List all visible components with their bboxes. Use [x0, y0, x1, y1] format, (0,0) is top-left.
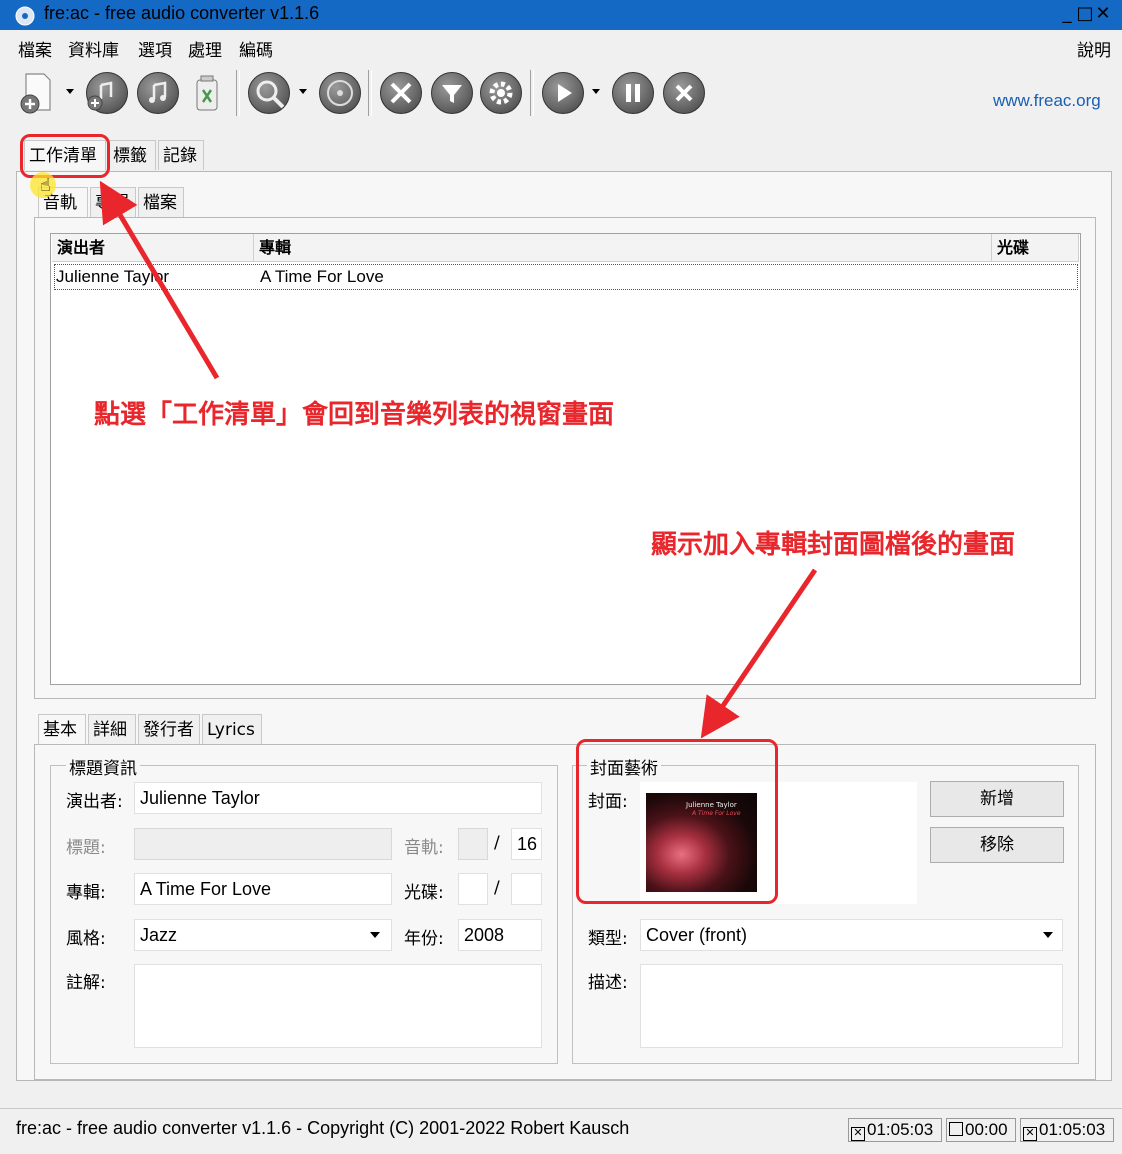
add-files-icon[interactable] — [18, 72, 58, 114]
comment-field[interactable] — [134, 964, 542, 1048]
config-tools-icon[interactable] — [380, 72, 422, 114]
annotation-joblist: 點選「工作清單」會回到音樂列表的視窗畫面 — [94, 400, 615, 430]
menu-database[interactable]: 資料庫 — [68, 36, 119, 61]
year-field[interactable]: 2008 — [458, 919, 542, 951]
time-current: 00:00 — [965, 1120, 1008, 1139]
pause-icon[interactable] — [612, 72, 654, 114]
time-current-box[interactable]: 00:00 — [946, 1118, 1016, 1142]
title-label: 標題: — [66, 838, 106, 858]
menu-help[interactable]: 說明 — [1077, 36, 1111, 61]
comment-label: 註解: — [66, 973, 106, 993]
menu-file[interactable]: 檔案 — [18, 36, 52, 61]
tab-lyrics[interactable]: Lyrics — [202, 714, 262, 744]
genre-select[interactable]: Jazz — [134, 919, 392, 951]
add-files-dropdown-icon[interactable] — [66, 89, 74, 94]
hand-cursor-icon: ☝ — [40, 175, 51, 196]
time-total-box[interactable]: ✕ 01:05:03 — [1020, 1118, 1114, 1142]
year-label: 年份: — [404, 929, 444, 949]
album-label: 專輯: — [66, 883, 106, 903]
unchecked-box-icon[interactable] — [949, 1122, 963, 1136]
time-total: 01:05:03 — [1039, 1120, 1106, 1139]
track-label: 音軌: — [404, 838, 444, 858]
track-list[interactable]: 演出者 專輯 光碟 Julienne Taylor A Time For Lov… — [50, 233, 1081, 685]
query-dropdown-icon[interactable] — [299, 89, 307, 94]
filter-icon[interactable] — [431, 72, 473, 114]
disc-slash: / — [494, 878, 500, 898]
table-row[interactable]: Julienne Taylor A Time For Love — [54, 264, 1078, 290]
add-folder-icon[interactable] — [86, 72, 128, 114]
column-header-album[interactable]: 專輯 — [254, 234, 992, 262]
toolbar-separator — [530, 70, 534, 116]
menu-options[interactable]: 選項 — [138, 36, 172, 61]
close-button[interactable]: ✕ — [1094, 2, 1112, 26]
cd-submit-icon[interactable] — [319, 72, 361, 114]
status-text: fre:ac - free audio converter v1.1.6 - C… — [16, 1118, 630, 1138]
tab-publisher[interactable]: 發行者 — [138, 714, 200, 744]
tab-log[interactable]: 記錄 — [158, 140, 204, 170]
track-number-field[interactable] — [458, 828, 488, 860]
tab-details[interactable]: 詳細 — [88, 714, 136, 744]
tab-albums[interactable]: 專輯 — [90, 187, 136, 217]
add-cover-button[interactable]: 新增 — [930, 781, 1064, 817]
tab-tags[interactable]: 標籤 — [108, 140, 156, 170]
genre-dropdown-icon[interactable] — [370, 932, 380, 938]
toolbar-separator — [368, 70, 372, 116]
stop-icon[interactable] — [663, 72, 705, 114]
remove-cover-button[interactable]: 移除 — [930, 827, 1064, 863]
disc-label: 光碟: — [404, 883, 444, 903]
add-cd-icon[interactable] — [137, 72, 179, 114]
clear-list-icon[interactable] — [192, 72, 222, 114]
app-icon — [15, 6, 35, 26]
column-header-artist[interactable]: 演出者 — [52, 234, 254, 262]
disc-total-field[interactable] — [511, 873, 542, 905]
play-icon[interactable] — [542, 72, 584, 114]
window-title: fre:ac - free audio converter v1.1.6 — [44, 3, 320, 23]
checked-box-icon[interactable]: ✕ — [851, 1127, 865, 1141]
settings-gear-icon[interactable] — [480, 72, 522, 114]
title-field[interactable] — [134, 828, 392, 860]
type-label: 類型: — [588, 929, 628, 949]
menu-encode[interactable]: 編碼 — [239, 36, 273, 61]
tab-files[interactable]: 檔案 — [138, 187, 184, 217]
row-album: A Time For Love — [260, 267, 384, 286]
tab-basic[interactable]: 基本 — [38, 714, 86, 744]
toolbar-separator — [236, 70, 240, 116]
description-field[interactable] — [640, 964, 1063, 1048]
track-total-field[interactable]: 16 — [511, 828, 542, 860]
joblist-tab-highlight — [20, 134, 110, 178]
time-selected-box[interactable]: ✕ 01:05:03 — [848, 1118, 942, 1142]
row-artist: Julienne Taylor — [56, 267, 170, 286]
play-dropdown-icon[interactable] — [592, 89, 600, 94]
website-link[interactable]: www.freac.org — [993, 91, 1101, 111]
genre-label: 風格: — [66, 929, 106, 949]
annotation-cover: 顯示加入專輯封面圖檔後的畫面 — [651, 530, 1016, 560]
cover-type-dropdown-icon[interactable] — [1043, 932, 1053, 938]
menu-process[interactable]: 處理 — [188, 36, 222, 61]
column-header-disc[interactable]: 光碟 — [992, 234, 1079, 262]
track-slash: / — [494, 833, 500, 853]
artist-field[interactable]: Julienne Taylor — [134, 782, 542, 814]
checked-box-icon[interactable]: ✕ — [1023, 1127, 1037, 1141]
description-label: 描述: — [588, 973, 628, 993]
album-field[interactable]: A Time For Love — [134, 873, 392, 905]
maximize-button[interactable]: □ — [1076, 2, 1094, 26]
minimize-button[interactable]: _ — [1058, 2, 1076, 26]
artist-label: 演出者: — [66, 792, 123, 812]
cover-highlight — [576, 739, 778, 904]
query-cddb-icon[interactable] — [248, 72, 290, 114]
title-info-group-title: 標題資訊 — [66, 754, 140, 779]
disc-number-field[interactable] — [458, 873, 488, 905]
time-selected: 01:05:03 — [867, 1120, 934, 1139]
cover-type-select[interactable]: Cover (front) — [640, 919, 1063, 951]
